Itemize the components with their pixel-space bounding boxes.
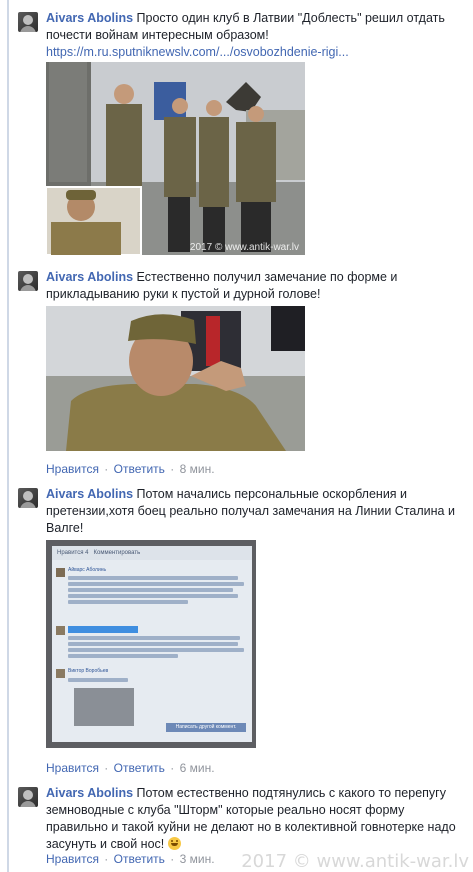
comment-body: Aivars Abolins Потом начались персональн… [46,486,456,537]
comment-body: Aivars Abolins Потом естественно подтяну… [46,785,456,853]
comment-time[interactable]: 6 мин. [180,761,215,775]
comment-body: Aivars Abolins Естественно получил замеч… [46,269,456,303]
screenshot-reply-button: Написать другой коммент. [166,723,246,732]
avatar[interactable] [18,12,38,32]
screenshot-toolbar: Нравится 4 Комментировать [52,546,252,560]
thread-line [7,0,9,872]
comment-body: Aivars Abolins Просто один клуб в Латвии… [46,10,456,61]
comment-actions: Нравится · Ответить · 3 мин. [46,852,215,866]
comment-author[interactable]: Aivars Abolins [46,786,133,800]
reply-link[interactable]: Ответить [114,852,165,866]
reply-link[interactable]: Ответить [114,462,165,476]
screenshot-name-2: Виктор Воробьев [68,668,109,674]
comment-photo-soldiers[interactable]: 2017 © www.antik-war.lv [46,62,305,255]
comment-link[interactable]: https://m.ru.sputniknewslv.com/.../osvob… [46,45,349,59]
screenshot-thumbnail [74,688,134,726]
comment-author[interactable]: Aivars Abolins [46,11,133,25]
like-link[interactable]: Нравится [46,462,99,476]
avatar[interactable] [18,488,38,508]
smile-emoji-icon [167,837,181,850]
screenshot-like-count: 4 [85,550,89,556]
comment-author[interactable]: Aivars Abolins [46,487,133,501]
screenshot-card: Нравится 4 Комментировать Айварс Аболинь… [52,546,252,742]
avatar[interactable] [18,787,38,807]
comment-actions: Нравится · Ответить · 8 мин. [46,462,215,476]
comment-screenshot[interactable]: Нравится 4 Комментировать Айварс Аболинь… [46,540,256,748]
reply-link[interactable]: Ответить [114,761,165,775]
like-link[interactable]: Нравится [46,761,99,775]
page-watermark: 2017 © www.antik-war.lv [241,851,469,872]
avatar[interactable] [18,271,38,291]
screenshot-avatar [56,626,65,635]
comment-photo-salute[interactable] [46,306,305,451]
photo-watermark: 2017 © www.antik-war.lv [189,242,299,253]
screenshot-highlight [68,626,138,633]
like-link[interactable]: Нравится [46,852,99,866]
comment-time[interactable]: 3 мин. [180,852,215,866]
screenshot-name-1: Айварс Аболинь [68,567,107,573]
screenshot-avatar [56,568,65,577]
comment-time[interactable]: 8 мин. [180,462,215,476]
screenshot-like: Нравится [57,550,84,556]
screenshot-avatar [56,669,65,678]
comment-actions: Нравится · Ответить · 6 мин. [46,761,215,775]
screenshot-comment: Комментировать [93,550,141,556]
comment-author[interactable]: Aivars Abolins [46,270,133,284]
